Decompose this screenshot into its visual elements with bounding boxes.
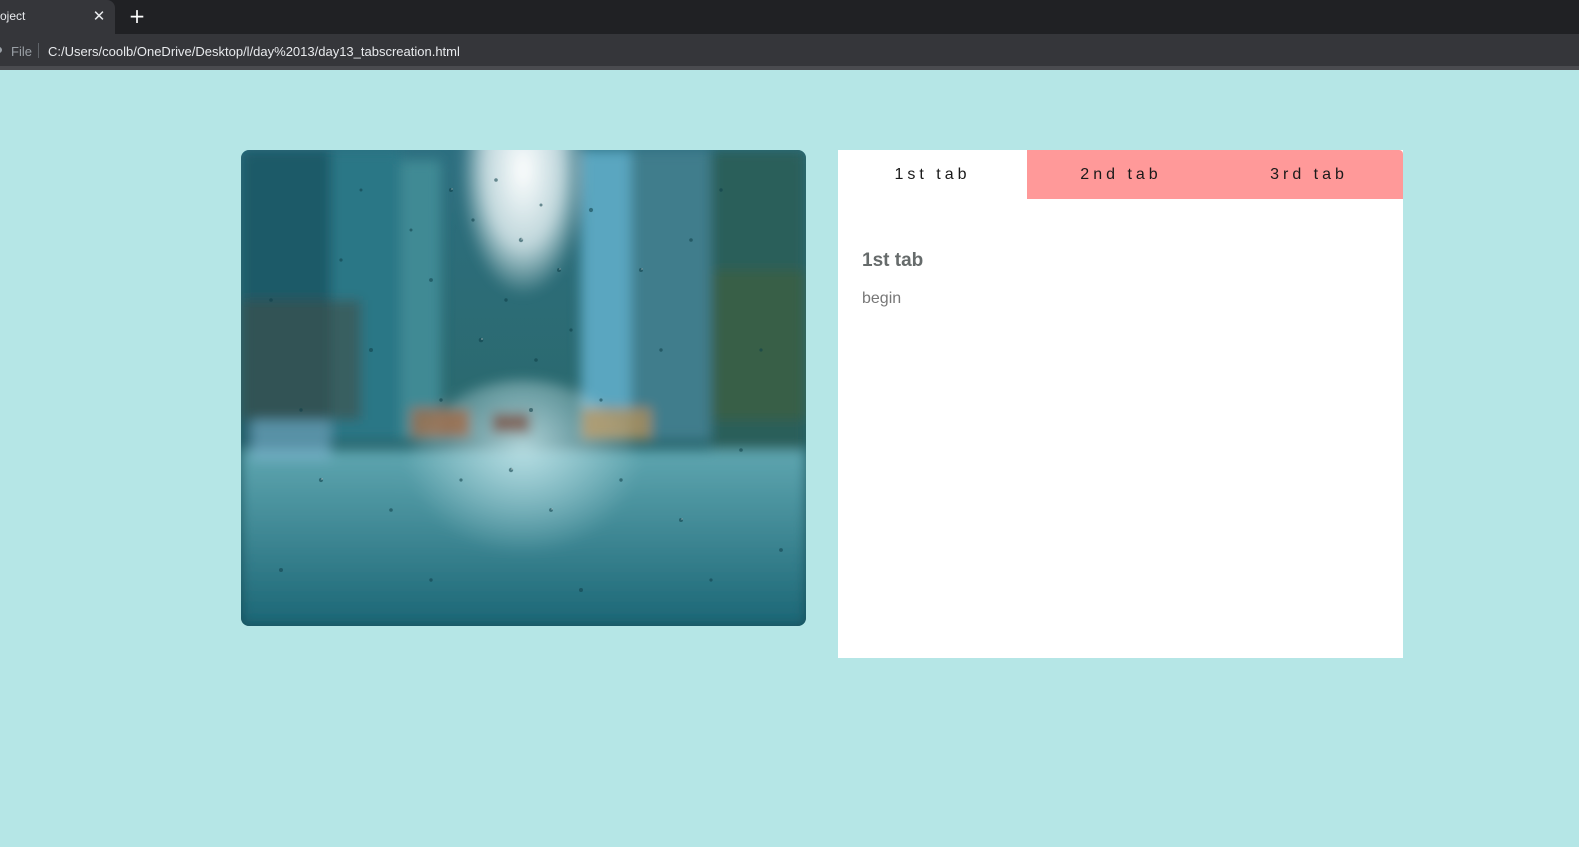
- site-info-icon[interactable]: [0, 47, 2, 53]
- tab-1st[interactable]: 1st tab: [838, 150, 1027, 199]
- address-bar[interactable]: File C:/Users/coolb/OneDrive/Desktop/l/d…: [0, 34, 1579, 66]
- tabs-card: 1st tab 2nd tab 3rd tab 1st tab begin: [838, 150, 1403, 658]
- tab-header: 1st tab 2nd tab 3rd tab: [838, 150, 1403, 199]
- file-scheme-label: File: [11, 44, 32, 59]
- rainy-street-image: [241, 150, 806, 626]
- toolbar-divider: [0, 66, 1579, 70]
- browser-tabstrip: oject ✕ +: [0, 0, 1579, 34]
- tab-panel-title: 1st tab: [862, 250, 924, 271]
- browser-tab[interactable]: oject ✕: [0, 0, 115, 34]
- browser-tab-title: oject: [0, 9, 26, 23]
- url-text[interactable]: C:/Users/coolb/OneDrive/Desktop/l/day%20…: [48, 44, 460, 59]
- new-tab-button[interactable]: +: [127, 6, 147, 26]
- tab-panel-text: begin: [862, 290, 902, 307]
- close-icon[interactable]: ✕: [91, 8, 107, 24]
- tab-3rd[interactable]: 3rd tab: [1215, 150, 1403, 199]
- tab-2nd[interactable]: 2nd tab: [1027, 150, 1215, 199]
- address-separator: [38, 43, 39, 58]
